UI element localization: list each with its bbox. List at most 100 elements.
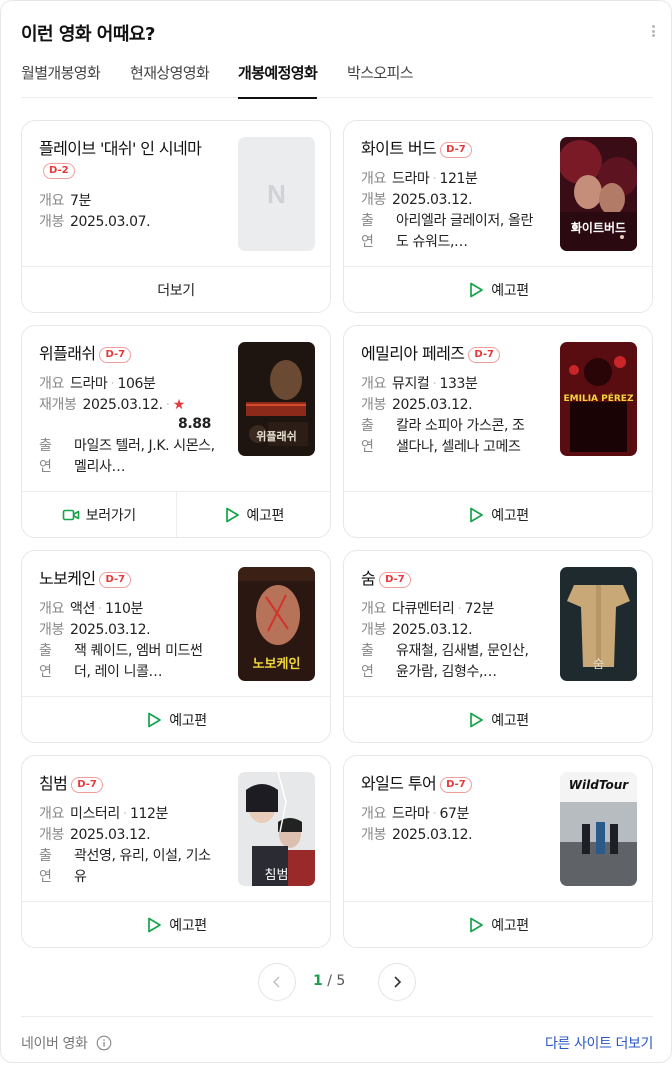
page-indicator: 1 / 5 xyxy=(313,973,346,989)
movie-card[interactable]: 플레이브 '대쉬' 인 시네마D-2 개요 7분 개봉 2025.03.07. N … xyxy=(21,120,331,313)
cast-list: 마일즈 텔러, J.K. 시몬스, 멜리사… xyxy=(74,438,215,475)
panel-title: 이런 영화 어때요? xyxy=(21,24,155,45)
movie-card[interactable]: 와일드 투어 D-7 개요 드라마 · 67분 개봉 2025.03.12. WildTo… xyxy=(343,755,653,948)
tab-now-playing[interactable]: 현재상영영화 xyxy=(130,62,210,98)
movie-card[interactable]: 노보케인 D-7 개요 액션 · 110분 개봉 2025.03.12. 출연 잭 퀘이드,… xyxy=(21,550,331,743)
movie-title[interactable]: 화이트 버드 D-7 xyxy=(361,138,472,159)
genre: 드라마 xyxy=(391,806,430,822)
source-label: 네이버 영화 xyxy=(21,1033,112,1053)
cast-list: 아리엘라 글레이저, 올란도 슈워드,… xyxy=(396,213,533,250)
runtime-value: 110분 xyxy=(105,601,144,617)
play-icon xyxy=(470,712,484,727)
movie-title[interactable]: 노보케인 D-7 xyxy=(39,568,132,589)
movie-card[interactable]: 위플래쉬 D-7 개요 드라마 · 106분 재개봉 2025.03.12. · ★ 8.88… xyxy=(21,325,331,538)
trailer-button[interactable]: 예고편 xyxy=(22,697,330,742)
movie-poster[interactable]: 위플래쉬 xyxy=(238,342,315,456)
cast-list: 곽선영, 유리, 이설, 기소유 xyxy=(74,848,211,885)
panel-footer: 네이버 영화 다른 사이트 더보기 xyxy=(21,1016,653,1064)
play-icon xyxy=(225,507,239,522)
play-icon xyxy=(148,917,162,932)
release-date: 2025.03.12. xyxy=(391,622,473,638)
trailer-button[interactable]: 예고편 xyxy=(22,902,330,947)
d-day-badge: D-7 xyxy=(440,142,472,158)
tab-bar: 월별개봉영화 현재상영영화 개봉예정영화 박스오피스 xyxy=(21,58,653,99)
movie-poster[interactable]: 침범 xyxy=(238,772,315,886)
release-date: 2025.03.12. xyxy=(69,827,151,843)
runtime-label: 개요 xyxy=(39,193,64,209)
info-icon[interactable] xyxy=(96,1035,112,1051)
tab-upcoming[interactable]: 개봉예정영화 xyxy=(238,62,318,99)
more-button[interactable]: 더보기 xyxy=(22,267,330,312)
movie-title[interactable]: 플레이브 '대쉬' 인 시네마D-2 xyxy=(39,138,209,180)
runtime-value: 133분 xyxy=(439,376,478,392)
tab-monthly-release[interactable]: 월별개봉영화 xyxy=(21,62,101,98)
movie-poster[interactable]: 화이트버드 xyxy=(560,137,637,251)
movie-poster[interactable]: WildTour xyxy=(560,772,637,886)
d-day-badge: D-7 xyxy=(99,347,132,363)
release-date: 2025.03.12. xyxy=(391,397,473,413)
movie-poster[interactable]: EMILIA PÉREZ xyxy=(560,342,637,456)
total-pages: 5 xyxy=(336,973,346,989)
runtime-value: 106분 xyxy=(117,376,156,392)
movie-card[interactable]: 에밀리아 페레즈 D-7 개요 뮤지컬 · 133분 개봉 2025.03.12. 출연 칼… xyxy=(343,325,653,538)
tab-box-office[interactable]: 박스오피스 xyxy=(347,62,414,98)
d-day-badge: D-7 xyxy=(99,572,132,588)
genre: 드라마 xyxy=(391,171,430,187)
play-icon xyxy=(470,507,484,522)
d-day-badge: D-7 xyxy=(440,777,472,793)
star-icon: ★ xyxy=(172,397,186,413)
poster-title: 화이트버드 xyxy=(570,221,627,235)
chevron-left-icon xyxy=(272,976,280,988)
runtime-value: 67분 xyxy=(439,806,469,822)
poster-title: WildTour xyxy=(568,778,629,792)
watch-button[interactable]: 보러가기 xyxy=(22,492,176,537)
trailer-button[interactable]: 예고편 xyxy=(344,267,652,312)
release-date: 2025.03.12. xyxy=(391,192,473,208)
more-options-icon[interactable] xyxy=(643,22,663,40)
d-day-badge: D-7 xyxy=(379,572,411,588)
release-date: 2025.03.12. xyxy=(69,622,151,638)
movie-card[interactable]: 침범 D-7 개요 미스터리 · 112분 개봉 2025.03.12. 출연 곽선영, 유… xyxy=(21,755,331,948)
runtime-value: 121분 xyxy=(439,171,478,187)
genre: 다큐멘터리 xyxy=(391,601,455,617)
d-day-badge: D-2 xyxy=(43,163,75,179)
trailer-button[interactable]: 예고편 xyxy=(344,492,652,537)
runtime-value: 72분 xyxy=(464,601,494,617)
movie-poster[interactable]: 숨 xyxy=(560,567,637,681)
genre: 드라마 xyxy=(69,376,108,392)
movie-title[interactable]: 에밀리아 페레즈 D-7 xyxy=(361,343,500,364)
other-sites-link[interactable]: 다른 사이트 더보기 xyxy=(545,1033,653,1053)
trailer-button[interactable]: 예고편 xyxy=(344,697,652,742)
movie-card[interactable]: 화이트 버드 D-7 개요 드라마 · 121분 개봉 2025.03.12. 출연 아리엘… xyxy=(343,120,653,313)
rating-score: 8.88 xyxy=(178,416,211,432)
trailer-button[interactable]: 예고편 xyxy=(344,902,652,947)
runtime-value: 7분 xyxy=(69,193,91,209)
release-date: 2025.03.12. xyxy=(82,397,163,413)
release-date: 2025.03.12. xyxy=(391,827,473,843)
poster-title: 노보케인 xyxy=(252,657,301,672)
poster-title: EMILIA PÉREZ xyxy=(563,394,634,404)
prev-page-button[interactable] xyxy=(258,963,296,1001)
pagination: 1 / 5 xyxy=(1,963,672,1003)
naver-logo-icon: N xyxy=(267,178,286,209)
poster-title: 위플래쉬 xyxy=(256,430,297,443)
movie-title[interactable]: 위플래쉬 D-7 xyxy=(39,343,132,364)
release-date: 2025.03.07. xyxy=(69,214,151,230)
cast-list: 칼라 소피아 가스콘, 조 샐다나, 셀레나 고메즈 xyxy=(396,418,525,455)
poster-placeholder[interactable]: N xyxy=(238,137,315,251)
genre: 미스터리 xyxy=(69,806,120,822)
movie-title[interactable]: 와일드 투어 D-7 xyxy=(361,773,472,794)
movie-title[interactable]: 숨 D-7 xyxy=(361,568,411,589)
runtime-value: 112분 xyxy=(129,806,168,822)
trailer-button[interactable]: 예고편 xyxy=(175,492,331,537)
movie-poster[interactable]: 노보케인 xyxy=(238,567,315,681)
movie-title[interactable]: 침범 D-7 xyxy=(39,773,103,794)
poster-title: 숨 xyxy=(592,657,605,671)
current-page: 1 xyxy=(313,973,323,989)
chevron-right-icon xyxy=(394,976,402,988)
movie-card[interactable]: 숨 D-7 개요 다큐멘터리 · 72분 개봉 2025.03.12. 출연 유재철, 김새… xyxy=(343,550,653,743)
play-icon xyxy=(470,282,484,297)
poster-title: 침범 xyxy=(264,868,289,883)
play-icon xyxy=(148,712,162,727)
next-page-button[interactable] xyxy=(378,963,416,1001)
